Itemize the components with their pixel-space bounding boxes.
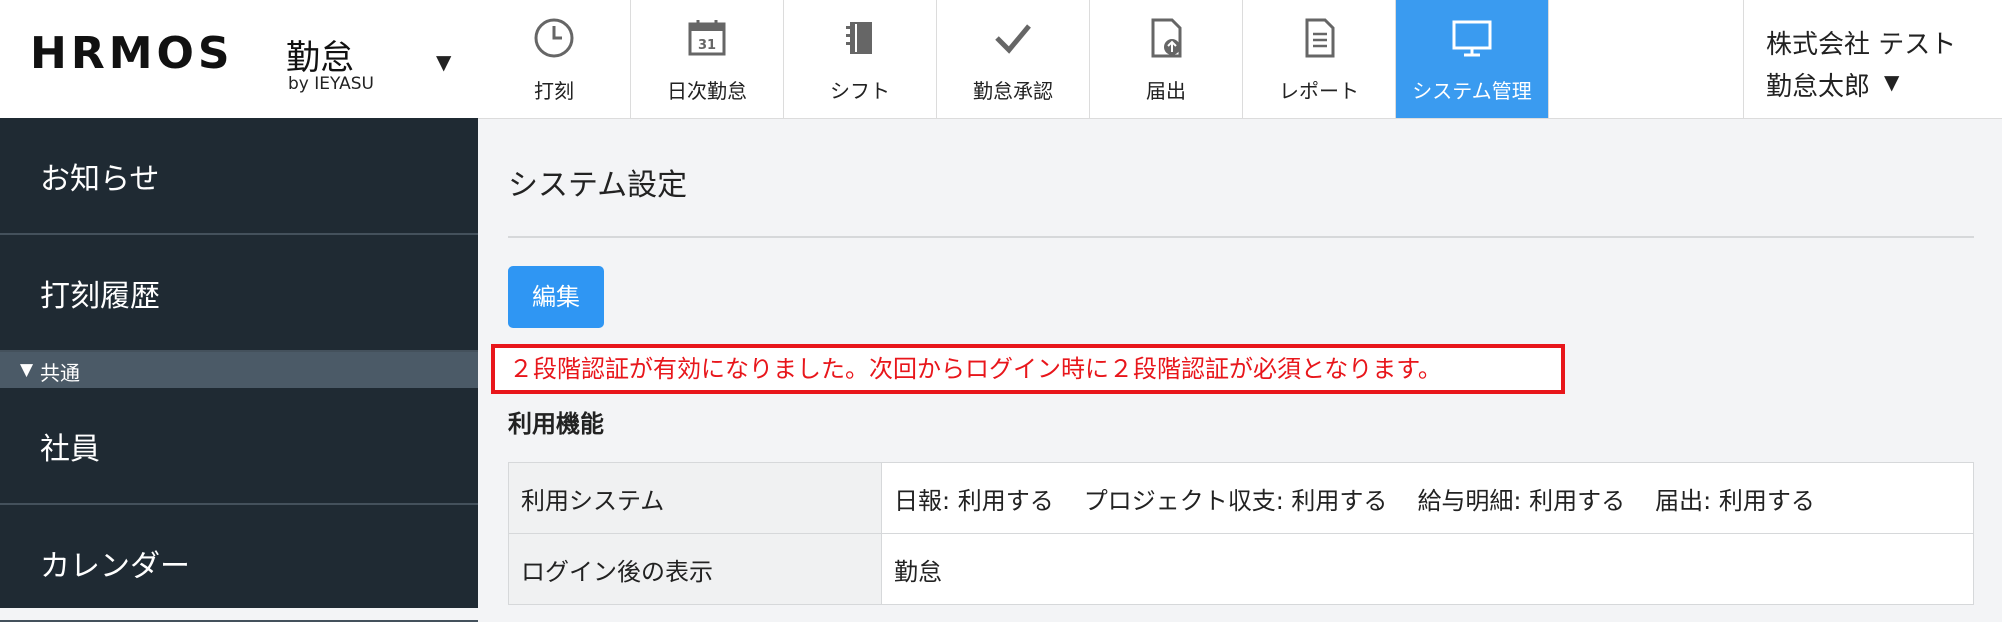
clock-icon [534,18,574,58]
nav-item-daily-attendance[interactable]: 31 日次勤怠 [631,0,784,118]
sidebar-item-label: 社員 [40,432,100,467]
nav-label: 届出 [1146,79,1186,103]
header-bar: HRMOS 勤怠 by IEYASU ▼ 打刻 31 日次勤怠 シフト 勤怠承認… [0,0,2002,119]
page-title: システム設定 [508,168,688,203]
nav-label: 勤怠承認 [973,79,1053,103]
logo-by: by IEYASU [288,74,374,94]
nav-label: レポート [1279,79,1359,103]
document-upload-icon [1151,18,1182,58]
main-content: システム設定 編集 ２段階認証が有効になりました。次回からログイン時に２段階認証… [478,118,2002,608]
value-project-balance: プロジェクト収支: 利用する [1083,486,1388,515]
sidebar-item-employees[interactable]: 社員 [0,388,478,505]
value-payslip: 給与明細: 利用する [1417,486,1626,515]
sidebar-group-common[interactable]: ▼ 共通 [0,352,478,388]
notebook-icon [846,22,872,54]
nav-item-punch[interactable]: 打刻 [478,0,631,118]
sidebar-item-punch-history[interactable]: 打刻履歴 [0,235,478,352]
caret-down-icon[interactable]: ▼ [436,50,451,74]
main-nav: 打刻 31 日次勤怠 シフト 勤怠承認 届出 レポート システム管理 [478,0,1549,118]
nav-label: システム管理 [1412,79,1532,103]
caret-down-icon[interactable]: ▼ [1884,70,1899,94]
report-icon [1305,18,1335,58]
nav-label: 打刻 [534,79,574,103]
nav-item-request[interactable]: 届出 [1090,0,1243,118]
divider [508,236,1974,238]
sidebar-group-label: 共通 [40,361,80,385]
nav-label: シフト [830,79,890,103]
nav-item-report[interactable]: レポート [1243,0,1396,118]
row-key: 利用システム [508,462,882,534]
calendar-icon: 31 [688,20,726,56]
triangle-down-icon: ▼ [20,360,34,380]
company-name: 株式会社 テスト [1766,30,1957,60]
feature-table: 利用システム 日報: 利用する プロジェクト収支: 利用する 給与明細: 利用する届… [508,462,1974,605]
checkmark-icon [995,24,1031,54]
sidebar-item-label: 打刻履歴 [40,279,160,314]
value-daily-report: 日報: 利用する [894,486,1054,515]
row-key: ログイン後の表示 [508,533,882,605]
sidebar-item-notices[interactable]: お知らせ [0,118,478,235]
sidebar-item-label: カレンダー [40,549,190,584]
nav-item-shift[interactable]: シフト [784,0,937,118]
row-value: 日報: 利用する プロジェクト収支: 利用する 給与明細: 利用する 届出: 利用する [881,462,1974,534]
section-title: 利用機能 [508,410,604,438]
svg-text:31: 31 [698,38,716,53]
two-factor-notice: ２段階認証が有効になりました。次回からログイン時に２段階認証が必須となります。 [491,344,1565,394]
logo-text: HRMOS [30,28,234,79]
table-row: 利用システム 日報: 利用する プロジェクト収支: 利用する 給与明細: 利用する届… [508,462,1974,534]
logo-menu[interactable]: HRMOS 勤怠 by IEYASU ▼ [0,0,479,118]
edit-button[interactable]: 編集 [508,266,604,328]
nav-label: 日次勤怠 [667,79,747,103]
sidebar-item-label: お知らせ [40,162,160,197]
monitor-icon [1452,20,1492,57]
table-row: ログイン後の表示 勤怠 [508,533,1974,605]
user-name: 勤怠太郎 [1766,72,1871,102]
sidebar-item-calendar[interactable]: カレンダー [0,505,478,622]
user-menu[interactable]: 株式会社 テスト 勤怠太郎 ▼ [1743,0,2002,118]
nav-item-system-admin[interactable]: システム管理 [1396,0,1549,118]
logo-product: 勤怠 [286,38,354,78]
value-request: 届出: 利用する [1655,486,1815,515]
sidebar: お知らせ 打刻履歴 ▼ 共通 社員 カレンダー [0,118,478,622]
nav-item-approval[interactable]: 勤怠承認 [937,0,1090,118]
row-value: 勤怠 [881,533,1974,605]
